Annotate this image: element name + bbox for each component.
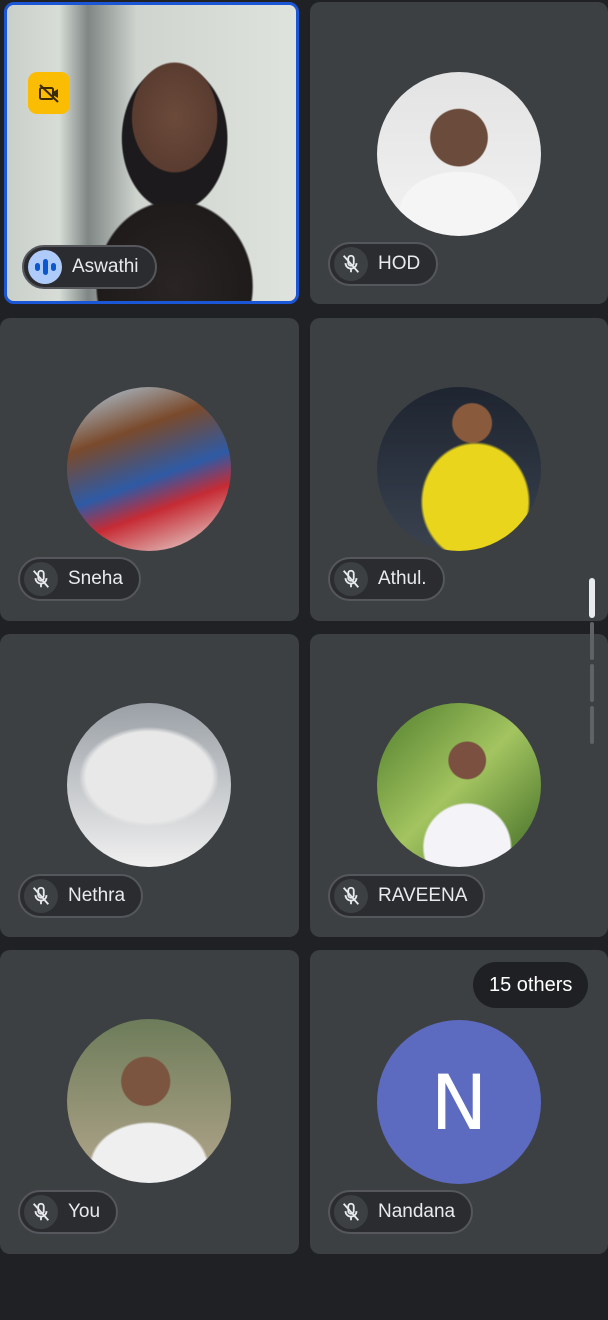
mic-off-icon [24, 562, 58, 596]
participant-tile-raveena[interactable]: RAVEENA [310, 634, 608, 937]
participant-name: You [68, 1201, 101, 1222]
participant-tile-athul[interactable]: Athul. [310, 318, 608, 621]
participant-name: HOD [378, 253, 421, 274]
mic-off-icon [24, 879, 58, 913]
participant-name: Nandana [378, 1201, 456, 1222]
participant-name: RAVEENA [378, 885, 468, 906]
participant-name-pill: Sneha [18, 557, 141, 601]
avatar [377, 387, 541, 551]
audio-bars-icon [28, 250, 62, 284]
participant-tile-you[interactable]: You [0, 950, 299, 1254]
participant-tile-aswathi[interactable]: Aswathi [4, 2, 299, 304]
avatar-initial: N [377, 1020, 541, 1184]
participant-name-pill: Nandana [328, 1190, 474, 1234]
avatar [67, 1019, 231, 1183]
participant-tile-hod[interactable]: HOD [310, 2, 608, 304]
participant-name: Aswathi [72, 256, 139, 277]
avatar [67, 703, 231, 867]
mic-off-icon [334, 562, 368, 596]
avatar [377, 703, 541, 867]
mic-off-icon [334, 879, 368, 913]
participant-name: Sneha [68, 568, 123, 589]
participant-name: Athul. [378, 568, 427, 589]
participant-grid: Aswathi HOD Sneha Athul. Nethra RAVEENA … [0, 0, 608, 1320]
others-count-button[interactable]: 15 others [473, 962, 589, 1008]
participant-tile-sneha[interactable]: Sneha [0, 318, 299, 621]
participant-name-pill: RAVEENA [328, 874, 486, 918]
avatar [377, 72, 541, 236]
scrollbar-thumb[interactable] [589, 578, 595, 618]
participant-tile-nethra[interactable]: Nethra [0, 634, 299, 937]
mic-off-icon [334, 247, 368, 281]
participant-name-pill: Athul. [328, 557, 445, 601]
participant-name-pill: You [18, 1190, 119, 1234]
mic-off-icon [334, 1195, 368, 1229]
participant-name-pill: HOD [328, 242, 439, 286]
participant-name-pill: Aswathi [22, 245, 157, 289]
scrollbar[interactable] [587, 578, 597, 748]
avatar [67, 387, 231, 551]
mic-off-icon [24, 1195, 58, 1229]
participant-name: Nethra [68, 885, 126, 906]
video-off-icon [28, 72, 70, 114]
participant-name-pill: Nethra [18, 874, 144, 918]
